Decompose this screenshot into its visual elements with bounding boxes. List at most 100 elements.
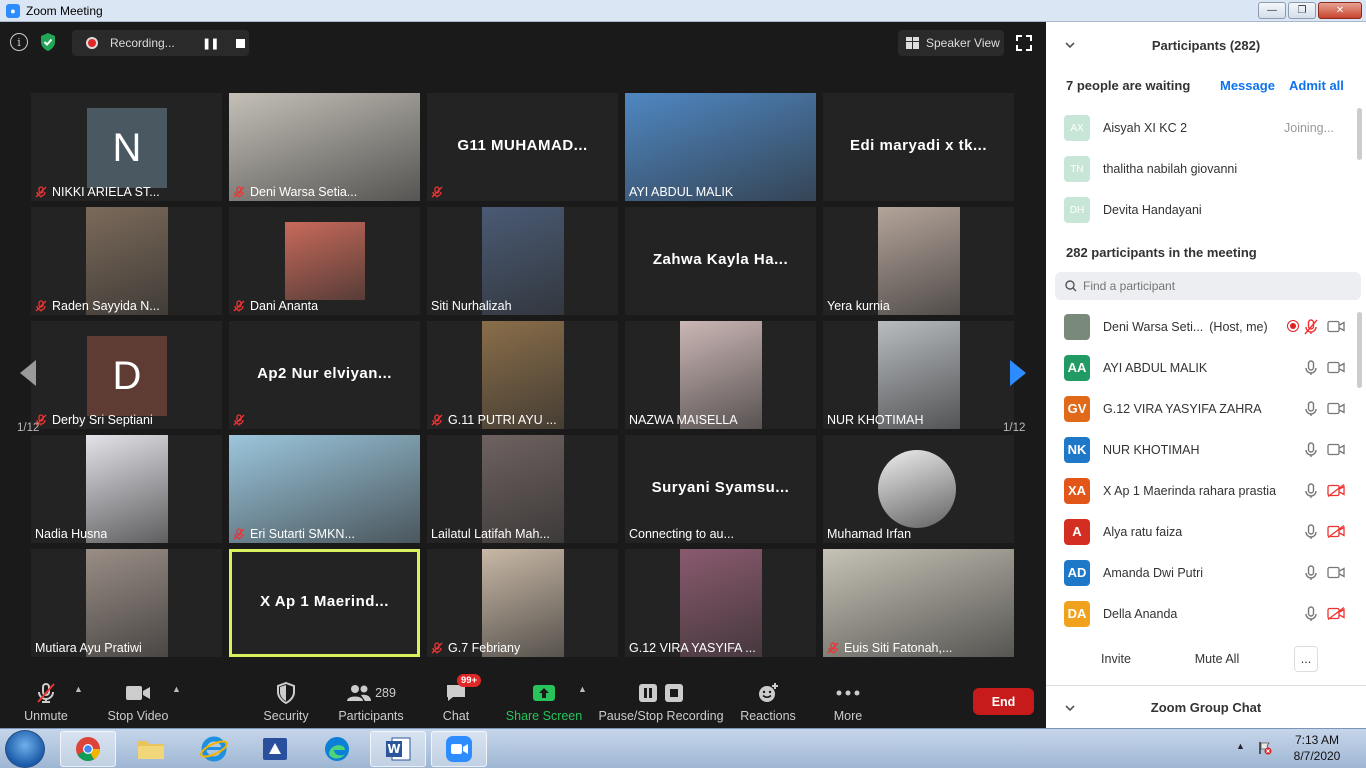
video-tile[interactable]: G.11 PUTRI AYU ... (427, 321, 618, 429)
video-tile[interactable]: Euis Siti Fatonah,... (823, 549, 1014, 657)
audio-options-caret-icon[interactable]: ▲ (74, 684, 83, 694)
video-tile[interactable]: Nadia Husna (31, 435, 222, 543)
camera-icon[interactable] (1327, 320, 1345, 333)
unmute-button[interactable]: Unmute (22, 680, 70, 726)
participant-row[interactable]: A Alya ratu faiza (1064, 511, 1354, 552)
windows-start-button[interactable] (5, 730, 45, 768)
video-tile[interactable]: Deni Warsa Setia... (229, 93, 420, 201)
video-tile[interactable]: Zahwa Kayla Ha... (625, 207, 816, 315)
video-tile[interactable]: NUR KHOTIMAH (823, 321, 1014, 429)
video-tile[interactable]: G.7 Febriany (427, 549, 618, 657)
taskbar-edge[interactable] (309, 731, 365, 767)
mic-muted-icon[interactable] (1304, 319, 1318, 335)
video-tile[interactable]: Suryani Syamsu... Connecting to au... (625, 435, 816, 543)
camera-icon[interactable] (1327, 443, 1345, 456)
participant-row[interactable]: GV G.12 VIRA YASYIFA ZAHRA (1064, 388, 1354, 429)
participants-button[interactable]: 289 Participants (338, 680, 404, 726)
video-tile[interactable]: Eri Sutarti SMKN... (229, 435, 420, 543)
waiting-participant-row[interactable]: DH Devita Handayani (1064, 196, 1354, 224)
pause-stop-recording-button[interactable]: Pause/Stop Recording (598, 680, 724, 726)
message-waiting-link[interactable]: Message (1220, 78, 1275, 93)
microphone-icon[interactable] (1304, 360, 1318, 376)
participant-row[interactable]: XA X Ap 1 Maerinda rahara prastia (1064, 470, 1354, 511)
taskbar-app-blue[interactable] (247, 731, 303, 767)
video-tile[interactable]: Mutiara Ayu Pratiwi (31, 549, 222, 657)
video-tile[interactable]: X Ap 1 Maerind... (229, 549, 420, 657)
video-tile[interactable]: G.12 VIRA YASYIFA ... (625, 549, 816, 657)
video-tile[interactable]: D Derby Sri Septiani (31, 321, 222, 429)
share-options-caret-icon[interactable]: ▲ (578, 684, 587, 694)
video-tile[interactable]: G11 MUHAMAD... (427, 93, 618, 201)
waiting-participant-row[interactable]: TN thalitha nabilah giovanni (1064, 155, 1354, 183)
camera-off-icon[interactable] (1327, 483, 1345, 498)
close-button[interactable]: ✕ (1318, 2, 1362, 19)
participant-row[interactable]: DA Della Ananda (1064, 593, 1354, 634)
video-tile[interactable]: Muhamad Irfan (823, 435, 1014, 543)
panel-more-button[interactable]: ... (1294, 646, 1318, 672)
microphone-icon[interactable] (1304, 442, 1318, 458)
system-clock[interactable]: 7:13 AM 8/7/2020 (1282, 732, 1352, 764)
group-chat-header[interactable]: Zoom Group Chat (1046, 685, 1366, 728)
participant-row[interactable]: AA AYI ABDUL MALIK (1064, 347, 1354, 388)
chat-button[interactable]: 99+ Chat (440, 674, 482, 726)
participant-row[interactable]: Deni Warsa Seti... (Host, me) (1064, 306, 1354, 347)
reactions-button[interactable]: Reactions (740, 680, 796, 726)
microphone-icon[interactable] (1304, 483, 1318, 499)
camera-icon[interactable] (1327, 361, 1345, 374)
invite-button[interactable]: Invite (1094, 646, 1138, 672)
camera-icon[interactable] (1327, 566, 1345, 579)
camera-off-icon[interactable] (1327, 524, 1345, 539)
video-tile[interactable]: Dani Ananta (229, 207, 420, 315)
admit-all-link[interactable]: Admit all (1289, 78, 1344, 93)
microphone-icon[interactable] (1304, 606, 1318, 622)
taskbar-word[interactable]: W (370, 731, 426, 767)
waiting-scrollbar[interactable] (1357, 108, 1362, 160)
maximize-button[interactable]: ❐ (1288, 2, 1316, 19)
search-input[interactable] (1083, 279, 1353, 293)
stop-recording-icon[interactable] (236, 38, 246, 48)
minimize-button[interactable]: — (1258, 2, 1286, 19)
info-icon[interactable]: i (10, 33, 28, 51)
video-tile[interactable]: Edi maryadi x tk... (823, 93, 1014, 201)
video-tile[interactable]: Siti Nurhalizah (427, 207, 618, 315)
share-screen-button[interactable]: Share Screen (506, 680, 582, 726)
taskbar-explorer[interactable] (123, 731, 179, 767)
participant-row[interactable]: AD Amanda Dwi Putri (1064, 552, 1354, 593)
fullscreen-icon[interactable] (1016, 35, 1032, 51)
security-button[interactable]: Security (262, 680, 310, 726)
taskbar-ie[interactable] (186, 731, 242, 767)
video-tile[interactable]: N NIKKI ARIELA ST... (31, 93, 222, 201)
video-tile[interactable]: Raden Sayyida N... (31, 207, 222, 315)
camera-icon[interactable] (1327, 402, 1345, 415)
participant-row[interactable]: NK NUR KHOTIMAH (1064, 429, 1354, 470)
participant-name-label: Deni Warsa Setia... (233, 184, 357, 200)
camera-off-icon[interactable] (1327, 606, 1345, 621)
taskbar-zoom[interactable] (431, 731, 487, 767)
participants-scrollbar[interactable] (1357, 312, 1362, 388)
stop-video-button[interactable]: Stop Video (107, 680, 169, 726)
more-button[interactable]: More (830, 680, 866, 726)
microphone-icon[interactable] (1304, 401, 1318, 417)
microphone-icon[interactable] (1304, 524, 1318, 540)
waiting-participant-row[interactable]: AX Aisyah XI KC 2 Joining... (1064, 114, 1354, 142)
video-tile[interactable]: AYI ABDUL MALIK (625, 93, 816, 201)
chat-chevron-icon[interactable] (1064, 702, 1076, 714)
next-page-arrow-icon[interactable] (1008, 358, 1028, 388)
shield-check-icon[interactable] (38, 32, 58, 52)
video-tile[interactable]: NAZWA MAISELLA (625, 321, 816, 429)
taskbar-chrome[interactable] (60, 731, 116, 767)
video-tile[interactable]: Ap2 Nur elviyan... (229, 321, 420, 429)
pause-recording-icon[interactable]: ❚❚ (202, 37, 219, 50)
end-meeting-button[interactable]: End (973, 688, 1034, 715)
mute-all-button[interactable]: Mute All (1189, 646, 1245, 672)
action-center-flag-icon[interactable] (1258, 741, 1272, 755)
video-options-caret-icon[interactable]: ▲ (172, 684, 181, 694)
mic-muted-icon (431, 642, 443, 654)
participant-search[interactable] (1055, 272, 1361, 300)
video-tile[interactable]: Lailatul Latifah Mah... (427, 435, 618, 543)
speaker-view-button[interactable]: Speaker View (898, 30, 1004, 56)
previous-page-arrow-icon[interactable] (18, 358, 38, 388)
tray-expand-icon[interactable]: ▲ (1236, 741, 1245, 751)
microphone-icon[interactable] (1304, 565, 1318, 581)
video-tile[interactable]: Yera kurnia (823, 207, 1014, 315)
